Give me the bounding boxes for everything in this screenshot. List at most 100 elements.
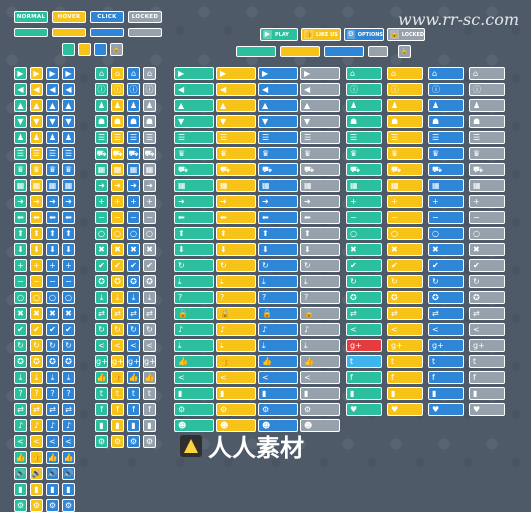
download-icon[interactable]: ⤓ xyxy=(111,291,124,304)
info-icon[interactable]: ⓘ xyxy=(111,83,124,96)
right-arrow-wide-button[interactable]: ➜ xyxy=(174,195,214,208)
minus-icon[interactable]: − xyxy=(14,275,27,288)
gplus-icon[interactable]: g+ xyxy=(143,355,156,368)
bars-wide-button[interactable]: ▮ xyxy=(258,387,298,400)
question-icon[interactable]: ? xyxy=(30,387,43,400)
right-arrow-icon[interactable]: ➜ xyxy=(30,195,43,208)
down-arrow-wide-button[interactable]: ⬇ xyxy=(300,243,340,256)
wide-bar-teal[interactable] xyxy=(236,46,276,57)
gear-wide-button[interactable]: ⚙ xyxy=(258,403,298,416)
cross-icon[interactable]: ✖ xyxy=(111,243,124,256)
user-icon[interactable]: ♟ xyxy=(95,99,108,112)
swap-icon[interactable]: ⇄ xyxy=(143,307,156,320)
cup-icon[interactable]: ♛ xyxy=(30,163,43,176)
left-arrow-icon[interactable]: ⬅ xyxy=(46,211,59,224)
yellow-square-button[interactable] xyxy=(78,43,91,56)
plus-icon[interactable]: + xyxy=(95,195,108,208)
bars-icon[interactable]: ▮ xyxy=(30,483,43,496)
locked-state-button[interactable]: LOCKED xyxy=(128,11,162,23)
right-arrow-icon[interactable]: ➜ xyxy=(62,195,75,208)
plus-icon[interactable]: + xyxy=(143,195,156,208)
like-icon[interactable]: 👍 xyxy=(95,371,108,384)
swap-icon[interactable]: ⇄ xyxy=(46,403,59,416)
up-wide-button[interactable]: ▲ xyxy=(300,99,340,112)
locked-button[interactable]: 🔒 LOCKED xyxy=(387,28,425,41)
cross-icon[interactable]: ✖ xyxy=(127,243,140,256)
share-icon[interactable]: < xyxy=(127,339,140,352)
minus-icon[interactable]: − xyxy=(111,211,124,224)
play-button[interactable]: ▶ PLAY xyxy=(260,28,298,41)
music-wide-button[interactable]: ♪ xyxy=(300,323,340,336)
grid-icon[interactable]: ▦ xyxy=(30,179,43,192)
up-wide-button[interactable]: ▲ xyxy=(174,99,214,112)
cross-right-button[interactable]: ✖ xyxy=(346,243,382,256)
share-right-button[interactable]: < xyxy=(387,323,423,336)
left-arrow-wide-button[interactable]: ⬅ xyxy=(300,211,340,224)
circle-icon[interactable]: ○ xyxy=(111,227,124,240)
list-icon[interactable]: ☰ xyxy=(46,147,59,160)
gear-icon[interactable]: ⚙ xyxy=(30,499,43,512)
gplus-right-button[interactable]: g+ xyxy=(428,339,464,352)
list-right-button[interactable]: ☰ xyxy=(346,131,382,144)
share-wide-button[interactable]: < xyxy=(258,371,298,384)
user-icon[interactable]: ♟ xyxy=(14,131,27,144)
minus-icon[interactable]: − xyxy=(143,211,156,224)
grid-icon[interactable]: ▦ xyxy=(14,179,27,192)
gear-wide-button[interactable]: ⚙ xyxy=(174,403,214,416)
swap-right-button[interactable]: ⇄ xyxy=(387,307,423,320)
swap-icon[interactable]: ⇄ xyxy=(127,307,140,320)
up-wide-button[interactable]: ▲ xyxy=(216,99,256,112)
refresh-wide-button[interactable]: ↻ xyxy=(258,259,298,272)
like-icon[interactable]: 👍 xyxy=(143,371,156,384)
minus-right-button[interactable]: − xyxy=(469,211,505,224)
bars-icon[interactable]: ▮ xyxy=(14,483,27,496)
minus-right-button[interactable]: − xyxy=(387,211,423,224)
list-right-button[interactable]: ☰ xyxy=(428,131,464,144)
like-icon[interactable]: 👍 xyxy=(30,451,43,464)
award-right-button[interactable]: ✪ xyxy=(346,291,382,304)
users-icon[interactable]: ☗ xyxy=(143,115,156,128)
teal-square-button[interactable] xyxy=(62,43,75,56)
twitter-icon[interactable]: t xyxy=(111,387,124,400)
refresh-right-button[interactable]: ↻ xyxy=(469,275,505,288)
volume-icon[interactable]: 🔊 xyxy=(30,467,43,480)
gear-wide-button[interactable]: ⚙ xyxy=(300,403,340,416)
cup-right-button[interactable]: ♛ xyxy=(469,147,505,160)
swap-icon[interactable]: ⇄ xyxy=(30,403,43,416)
right-arrow-icon[interactable]: ➜ xyxy=(111,179,124,192)
user-icon[interactable]: ♟ xyxy=(62,131,75,144)
down-arrow-icon[interactable]: ⬇ xyxy=(14,243,27,256)
plus-icon[interactable]: + xyxy=(127,195,140,208)
gplus-icon[interactable]: g+ xyxy=(95,355,108,368)
normal-state-button[interactable]: NORMAL xyxy=(14,11,48,23)
music-icon[interactable]: ♪ xyxy=(14,419,27,432)
facebook-icon[interactable]: f xyxy=(127,403,140,416)
cart-right-button[interactable]: ⛟ xyxy=(387,163,423,176)
download-icon[interactable]: ⤓ xyxy=(127,291,140,304)
gear-wide-button[interactable]: ⚙ xyxy=(216,403,256,416)
wide-bar-gray[interactable] xyxy=(368,46,388,57)
download-wide-button[interactable]: ⤓ xyxy=(174,275,214,288)
grid-wide-button[interactable]: ▦ xyxy=(216,179,256,192)
home-right-button[interactable]: ⌂ xyxy=(428,67,464,80)
share-wide-button[interactable]: < xyxy=(174,371,214,384)
circle-icon[interactable]: ○ xyxy=(95,227,108,240)
right-arrow-wide-button[interactable]: ➜ xyxy=(216,195,256,208)
swap-icon[interactable]: ⇄ xyxy=(62,403,75,416)
refresh-icon[interactable]: ↻ xyxy=(30,339,43,352)
circle-icon[interactable]: ○ xyxy=(62,291,75,304)
wide-bar-blue[interactable] xyxy=(324,46,364,57)
twitter-right-button[interactable]: t xyxy=(387,355,423,368)
info-icon[interactable]: ⓘ xyxy=(127,83,140,96)
circle-icon[interactable]: ○ xyxy=(127,227,140,240)
list-icon[interactable]: ☰ xyxy=(14,147,27,160)
bars-icon[interactable]: ▮ xyxy=(143,419,156,432)
share-icon[interactable]: < xyxy=(46,435,59,448)
bars-icon[interactable]: ▮ xyxy=(46,483,59,496)
lock-wide-button[interactable]: 🔒 xyxy=(174,307,214,320)
left-arrow-wide-button[interactable]: ⬅ xyxy=(258,211,298,224)
lock-wide-button[interactable]: 🔒 xyxy=(216,307,256,320)
check-icon[interactable]: ✔ xyxy=(127,259,140,272)
plus-icon[interactable]: + xyxy=(30,259,43,272)
download-icon[interactable]: ⤓ xyxy=(46,371,59,384)
